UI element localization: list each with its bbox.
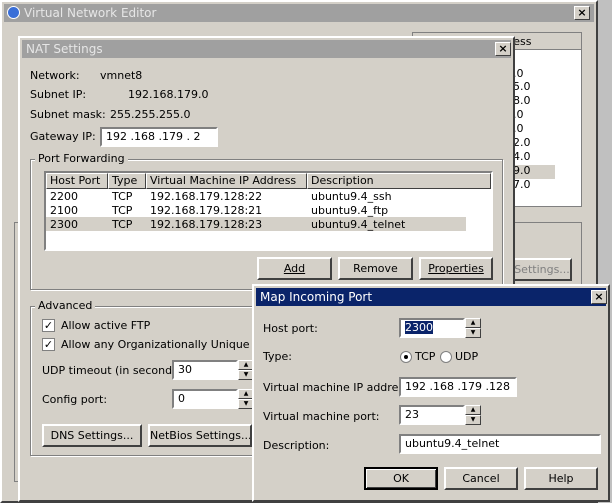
remove-button-label: Remove [353,262,398,275]
netbios-settings-button[interactable]: NetBios Settings... [148,424,252,447]
row-ip: 192.168.179.128:22 [150,190,263,203]
tcp-radio[interactable] [400,351,412,363]
row-ip: 192.168.179.128:21 [150,204,263,217]
map-title: Map Incoming Port [260,290,373,304]
spin-down-icon[interactable]: ▼ [465,415,481,425]
udp-radio[interactable] [440,351,452,363]
udp-label: UDP [455,350,479,363]
host-port-input[interactable]: 2300 [399,318,465,338]
row-type: TCP [112,218,133,231]
advanced-label: Advanced [35,299,96,313]
vm-ip-label: Virtual machine IP address: [263,381,414,394]
host-port-label: Host port: [263,322,318,335]
tcp-label: TCP [415,350,436,363]
col-description[interactable]: Description [307,173,491,189]
add-button[interactable]: Add [257,257,332,280]
col-vm-ip[interactable]: Virtual Machine IP Address [146,173,307,189]
vne-value-1: 5.0 [513,80,531,93]
row-desc: ubuntu9.4_ssh [311,190,392,203]
udp-timeout-label: UDP timeout (in seconds): [42,364,186,377]
subnet-ip-value: 192.168.179.0 [128,88,209,101]
nat-close-button[interactable]: × [495,42,511,56]
type-label: Type: [263,350,292,363]
description-label: Description: [263,439,330,452]
vm-port-label: Virtual machine port: [263,410,380,423]
network-value: vmnet8 [100,69,143,82]
subnet-ip-label: Subnet IP: [30,88,87,101]
allow-oui-checkbox[interactable]: ✓ [42,338,55,351]
port-forwarding-label: Port Forwarding [35,152,128,166]
subnet-mask-value: 255.255.255.0 [110,108,191,121]
nat-title: NAT Settings [26,42,103,56]
vne-value-7: 9.0 [513,164,531,177]
help-button[interactable]: Help [524,467,598,490]
udp-timeout-input[interactable]: 30 [172,360,238,380]
vne-value-5: 2.0 [513,136,531,149]
properties-button-label: Properties [428,262,484,275]
cancel-button[interactable]: Cancel [444,467,518,490]
row-ip: 192.168.179.128:23 [150,218,263,231]
port-forwarding-list[interactable]: Host Port Type Virtual Machine IP Addres… [44,171,493,251]
allow-ftp-label: Allow active FTP [61,319,151,332]
vm-port-spinner[interactable]: ▲ ▼ [465,405,481,425]
row-host-port: 2300 [50,218,78,231]
col-type[interactable]: Type [108,173,146,189]
gateway-ip-input[interactable]: 192 .168 .179 . 2 [100,127,218,147]
description-input[interactable]: ubuntu9.4_telnet [399,434,601,454]
config-port-input[interactable]: 0 [172,389,238,409]
gateway-label: Gateway IP: [30,130,96,143]
network-app-icon [7,6,20,19]
config-port-label: Config port: [42,393,108,406]
nat-titlebar: NAT Settings [22,40,511,58]
cancel-button-label: Cancel [462,472,500,485]
netbios-settings-label: NetBios Settings... [150,429,252,442]
row-type: TCP [112,190,133,203]
row-desc: ubuntu9.4_telnet [311,218,406,231]
remove-button[interactable]: Remove [338,257,413,280]
subnet-mask-label: Subnet mask: [30,108,106,121]
col-host-port[interactable]: Host Port [46,173,108,189]
host-port-spinner[interactable]: ▲ ▼ [465,318,481,338]
help-button-label: Help [548,472,574,485]
map-titlebar: Map Incoming Port [256,288,606,306]
vne-close-button[interactable]: × [574,6,590,20]
network-label: Network: [30,69,80,82]
row-host-port: 2100 [50,204,78,217]
vne-settings-button[interactable]: Settings... [512,258,572,281]
map-close-button[interactable]: × [591,290,607,304]
host-port-value: 2300 [405,321,433,334]
spin-down-icon[interactable]: ▼ [465,328,481,338]
allow-oui-label: Allow any Organizationally Unique Ident [61,338,282,351]
vne-value-6: 4.0 [513,150,531,163]
ok-button[interactable]: OK [364,467,438,490]
dns-settings-button[interactable]: DNS Settings... [42,424,142,447]
dns-settings-label: DNS Settings... [50,429,134,442]
vne-title: Virtual Network Editor [24,6,157,20]
add-button-label: Add [283,262,306,275]
properties-button[interactable]: Properties [419,257,493,280]
row-host-port: 2200 [50,190,78,203]
row-desc: ubuntu9.4_ftp [311,204,389,217]
spin-up-icon[interactable]: ▲ [465,318,481,328]
vne-value-8: 7.0 [513,178,531,191]
vne-value-2: 8.0 [513,94,531,107]
ok-button-label: OK [393,472,409,485]
vm-ip-input[interactable]: 192 .168 .179 .128 [399,377,517,397]
vm-port-input[interactable]: 23 [399,405,465,425]
vne-titlebar: Virtual Network Editor [4,4,594,22]
row-type: TCP [112,204,133,217]
allow-ftp-checkbox[interactable]: ✓ [42,319,55,332]
spin-up-icon[interactable]: ▲ [465,405,481,415]
map-incoming-port-dialog: Map Incoming Port × Host port: 2300 ▲ ▼ T… [252,284,610,502]
